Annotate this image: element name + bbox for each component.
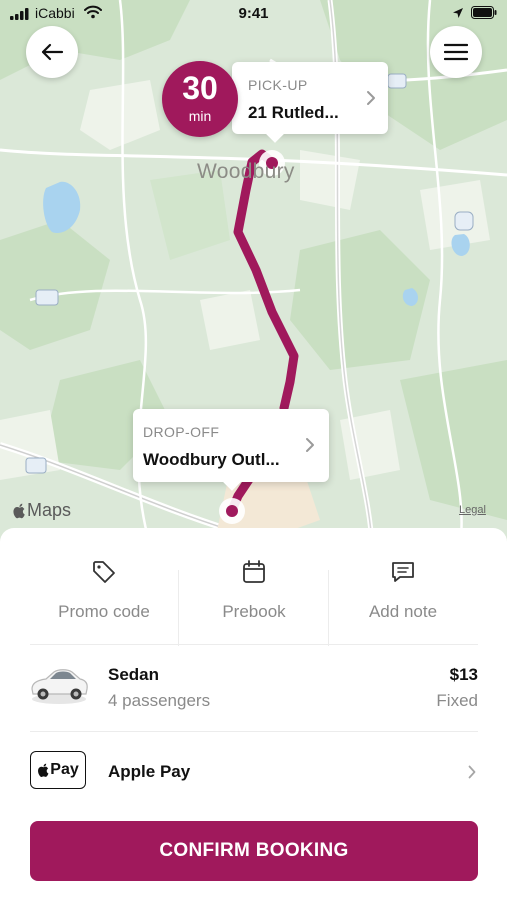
vehicle-passengers: 4 passengers: [108, 691, 211, 710]
apple-logo-icon: [13, 503, 25, 518]
add-note-button[interactable]: Add note: [328, 550, 478, 630]
maps-attribution: Maps: [13, 500, 71, 521]
section-divider: [30, 731, 478, 732]
legal-link[interactable]: Legal: [459, 504, 486, 516]
back-button[interactable]: [26, 26, 78, 78]
map-place-label: Woodbury: [197, 160, 295, 183]
arrow-left-icon: [41, 43, 64, 61]
quick-actions: Promo code Prebook Add note: [0, 550, 507, 646]
eta-value: 30: [182, 70, 218, 106]
payment-method-name: Apple Pay: [108, 762, 191, 781]
pickup-address: 21 Rutled...: [248, 103, 339, 122]
menu-button[interactable]: [430, 26, 482, 78]
vehicle-name: Sedan: [108, 665, 160, 684]
chevron-right-icon: [367, 91, 375, 105]
pickup-callout[interactable]: PICK-UP 21 Rutled...: [232, 62, 388, 134]
booking-sheet: Promo code Prebook Add note Sedan 4 pass…: [0, 528, 507, 900]
apple-logo-icon: [38, 763, 49, 777]
dropoff-callout[interactable]: DROP-OFF Woodbury Outl...: [133, 409, 329, 482]
prebook-button[interactable]: Prebook: [179, 550, 329, 630]
chevron-right-icon: [468, 765, 476, 779]
vehicle-price: $13: [449, 665, 478, 684]
action-divider: [178, 570, 179, 646]
maps-attribution-text: Maps: [27, 500, 72, 520]
hamburger-menu-icon: [444, 43, 468, 61]
tag-icon: [93, 561, 115, 583]
battery-icon: [471, 6, 497, 19]
eta-badge: 30 min: [162, 61, 238, 137]
location-arrow-icon: [453, 8, 463, 18]
payment-method-row[interactable]: Pay Apple Pay: [0, 733, 507, 813]
vehicle-price-type: Fixed: [436, 691, 478, 710]
calendar-icon: [243, 560, 265, 583]
message-icon: [392, 562, 414, 582]
vehicle-option[interactable]: Sedan 4 passengers $13 Fixed: [0, 645, 507, 731]
confirm-booking-button[interactable]: CONFIRM BOOKING: [30, 821, 478, 881]
dropoff-label: DROP-OFF: [143, 424, 220, 440]
pickup-label: PICK-UP: [248, 77, 308, 93]
promo-code-button[interactable]: Promo code: [29, 550, 179, 630]
add-note-label: Add note: [368, 602, 438, 621]
dropoff-address: Woodbury Outl...: [143, 450, 280, 469]
apple-pay-logo: Pay: [30, 751, 86, 789]
promo-code-label: Promo code: [58, 602, 150, 621]
eta-unit: min: [188, 108, 212, 124]
chevron-right-icon: [306, 438, 314, 452]
status-time: 9:41: [238, 5, 269, 22]
sedan-car-icon: [31, 669, 88, 704]
prebook-label: Prebook: [222, 602, 286, 621]
action-divider: [328, 570, 329, 646]
map-view[interactable]: Woodbury Maps Legal PICK-UP 21 Rutled...…: [0, 0, 507, 545]
apple-pay-logo-text: Pay: [50, 761, 79, 778]
status-bar: iCabbi 9:41: [0, 0, 507, 28]
